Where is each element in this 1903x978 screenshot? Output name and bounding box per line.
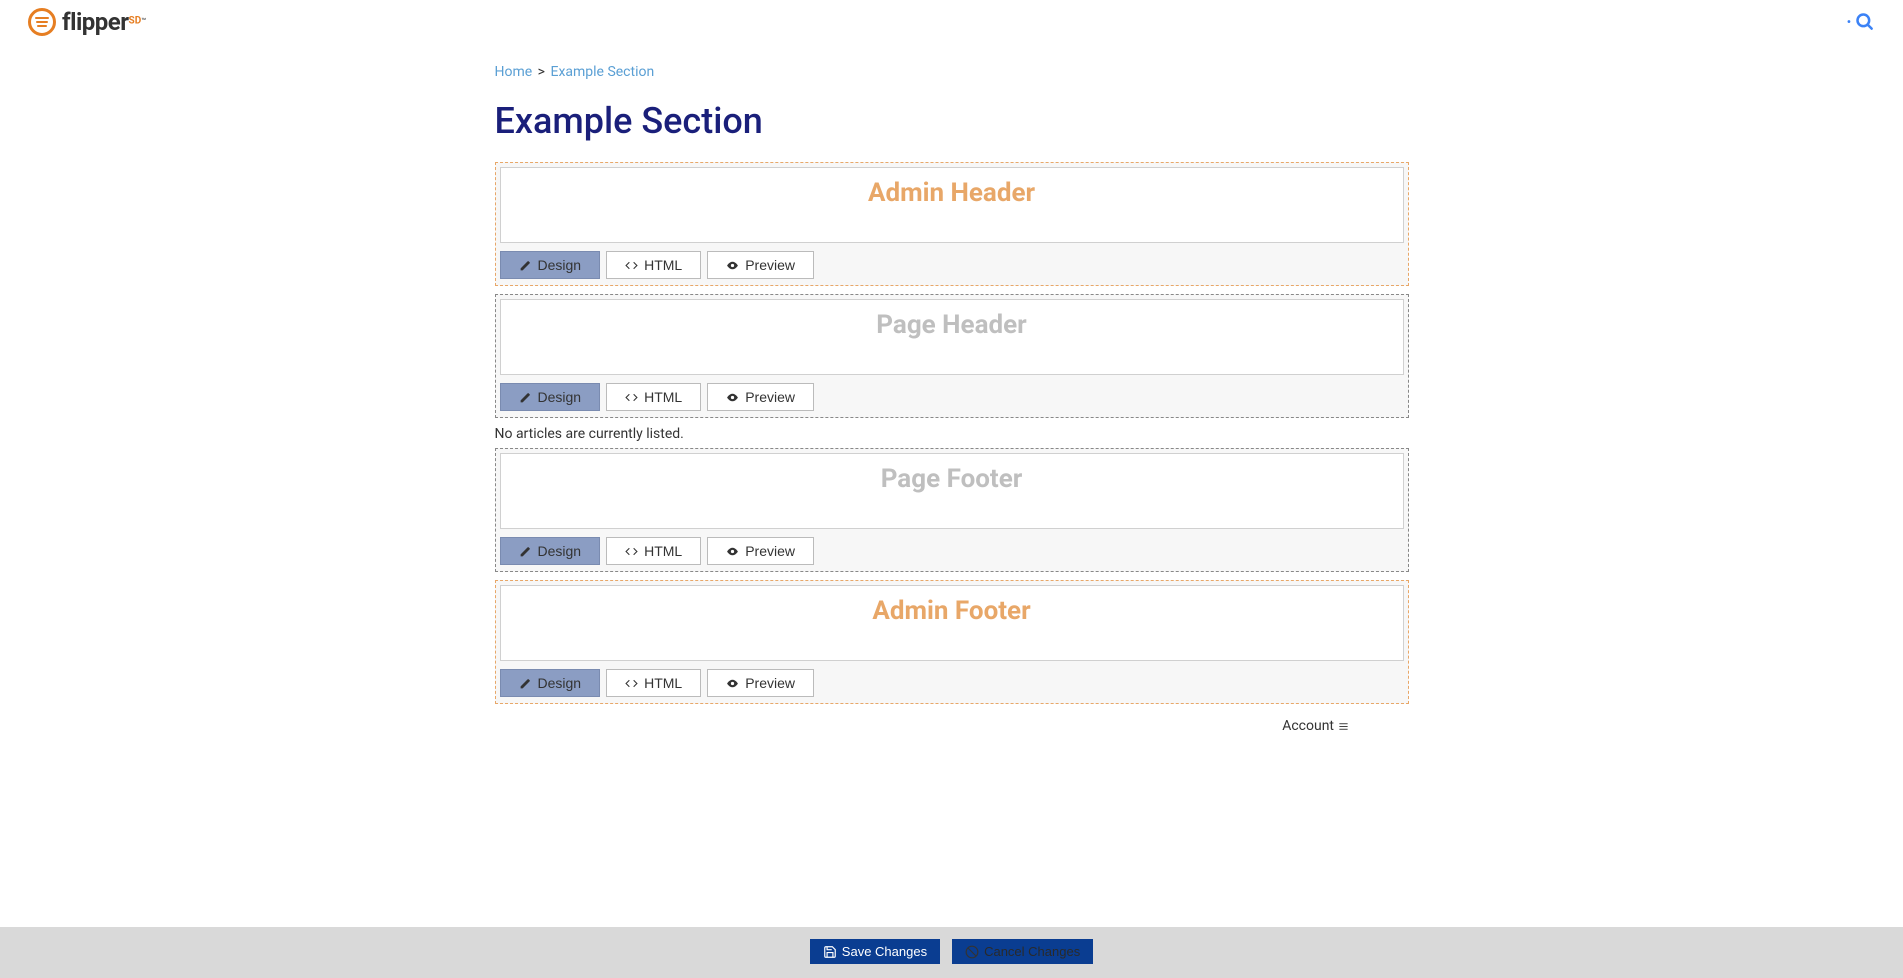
tab-preview[interactable]: Preview: [707, 383, 814, 411]
eye-icon: [726, 545, 739, 558]
pencil-icon: [519, 677, 532, 690]
page-footer-heading: Page Footer: [517, 464, 1387, 494]
admin-header-heading: Admin Header: [517, 178, 1387, 208]
logo-text: flipperSD™: [62, 8, 146, 36]
code-icon: [625, 259, 638, 272]
tab-html[interactable]: HTML: [606, 537, 701, 565]
tab-design-label: Design: [538, 389, 582, 405]
tab-design[interactable]: Design: [500, 383, 601, 411]
search-button[interactable]: •: [1847, 12, 1875, 32]
tab-design-label: Design: [538, 257, 582, 273]
logo-wordmark: flipper: [62, 8, 129, 36]
footer-links: Account: [495, 712, 1409, 734]
tab-design-label: Design: [538, 675, 582, 691]
page-header-tabs: Design HTML Preview: [496, 379, 1408, 417]
tab-preview[interactable]: Preview: [707, 251, 814, 279]
breadcrumb-current[interactable]: Example Section: [550, 64, 654, 80]
eye-icon: [726, 391, 739, 404]
admin-footer-block: Admin Footer Design HTML Preview: [495, 580, 1409, 704]
tab-preview-label: Preview: [745, 675, 795, 691]
admin-header-tabs: Design HTML Preview: [496, 247, 1408, 285]
page-footer-content[interactable]: Page Footer: [500, 453, 1404, 529]
logo[interactable]: flipperSD™: [28, 8, 146, 36]
tab-preview-label: Preview: [745, 543, 795, 559]
page-header-content[interactable]: Page Header: [500, 299, 1404, 375]
tab-design-label: Design: [538, 543, 582, 559]
eye-icon: [726, 677, 739, 690]
eye-icon: [726, 259, 739, 272]
cancel-button-label: Cancel Changes: [984, 944, 1080, 959]
app-header: flipperSD™ •: [0, 0, 1903, 44]
no-articles-message: No articles are currently listed.: [495, 426, 1409, 442]
admin-header-block: Admin Header Design HTML Preview: [495, 162, 1409, 286]
admin-footer-heading: Admin Footer: [517, 596, 1387, 626]
tab-preview[interactable]: Preview: [707, 669, 814, 697]
menu-icon: [1338, 721, 1349, 732]
page-header-heading: Page Header: [517, 310, 1387, 340]
logo-icon: [28, 8, 56, 36]
admin-footer-content[interactable]: Admin Footer: [500, 585, 1404, 661]
main-content: Home > Example Section Example Section A…: [495, 44, 1409, 834]
breadcrumb: Home > Example Section: [495, 64, 1409, 80]
tab-html-label: HTML: [644, 389, 682, 405]
logo-tm: ™: [141, 17, 146, 26]
page-footer-tabs: Design HTML Preview: [496, 533, 1408, 571]
tab-html[interactable]: HTML: [606, 383, 701, 411]
logo-sd-suffix: SD: [129, 16, 142, 27]
pencil-icon: [519, 259, 532, 272]
tab-html-label: HTML: [644, 543, 682, 559]
footer-account-link[interactable]: Account: [1282, 718, 1348, 734]
pencil-icon: [519, 391, 532, 404]
tab-design[interactable]: Design: [500, 537, 601, 565]
search-icon: [1855, 12, 1875, 32]
tab-html-label: HTML: [644, 257, 682, 273]
breadcrumb-home[interactable]: Home: [495, 64, 533, 80]
code-icon: [625, 677, 638, 690]
cancel-icon: [965, 945, 979, 959]
tab-preview-label: Preview: [745, 257, 795, 273]
tab-html-label: HTML: [644, 675, 682, 691]
save-button[interactable]: Save Changes: [810, 939, 940, 964]
admin-footer-tabs: Design HTML Preview: [496, 665, 1408, 703]
save-icon: [823, 945, 837, 959]
tab-design[interactable]: Design: [500, 251, 601, 279]
footer-account-label: Account: [1282, 718, 1334, 734]
code-icon: [625, 391, 638, 404]
save-button-label: Save Changes: [842, 944, 927, 959]
tab-preview[interactable]: Preview: [707, 537, 814, 565]
search-prefix-dot: •: [1847, 15, 1851, 29]
tab-design[interactable]: Design: [500, 669, 601, 697]
breadcrumb-separator: >: [538, 64, 545, 80]
bottom-action-bar: Save Changes Cancel Changes: [0, 927, 1903, 978]
cancel-button[interactable]: Cancel Changes: [952, 939, 1093, 964]
page-title: Example Section: [495, 100, 1409, 142]
tab-preview-label: Preview: [745, 389, 795, 405]
code-icon: [625, 545, 638, 558]
admin-header-content[interactable]: Admin Header: [500, 167, 1404, 243]
page-footer-block: Page Footer Design HTML Preview: [495, 448, 1409, 572]
tab-html[interactable]: HTML: [606, 669, 701, 697]
page-header-block: Page Header Design HTML Preview: [495, 294, 1409, 418]
tab-html[interactable]: HTML: [606, 251, 701, 279]
pencil-icon: [519, 545, 532, 558]
